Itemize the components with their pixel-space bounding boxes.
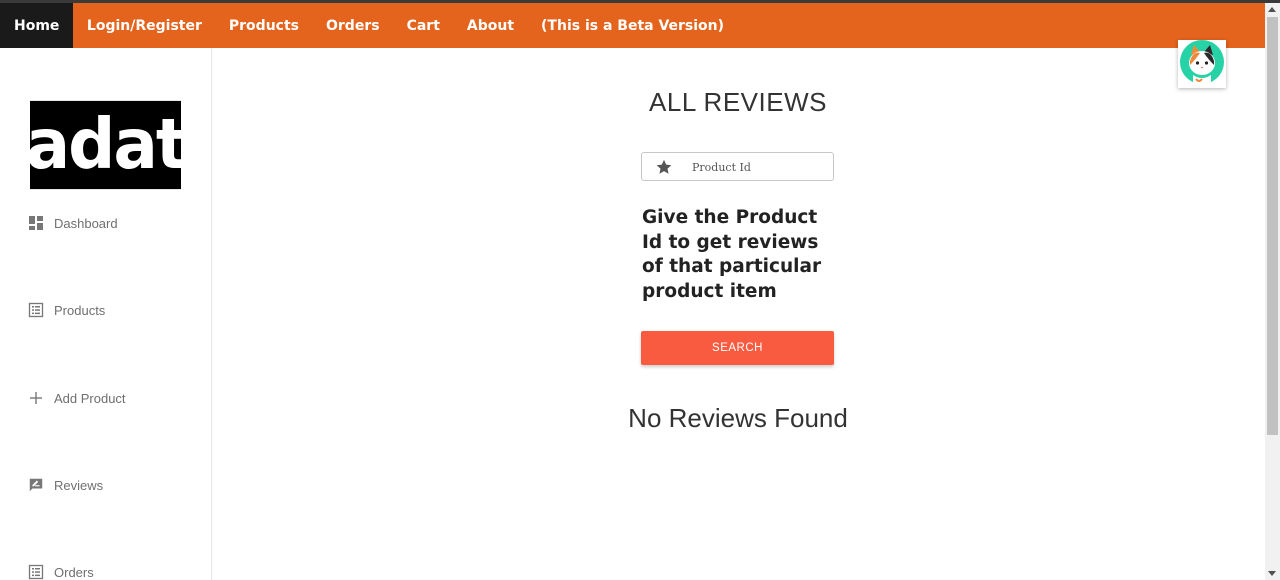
scroll-down-arrow-icon[interactable] (1268, 571, 1276, 576)
nav-home[interactable]: Home (0, 3, 74, 48)
sidebar-item-orders[interactable]: Orders (28, 564, 94, 580)
plus-icon (28, 390, 44, 406)
sidebar-item-label: Dashboard (54, 215, 118, 231)
sidebar-item-dashboard[interactable]: Dashboard (28, 215, 118, 231)
nav-products[interactable]: Products (215, 3, 312, 48)
nav-login-register[interactable]: Login/Register (73, 3, 215, 48)
brand-logo[interactable]: adat (26, 100, 187, 190)
sidebar-item-add-product[interactable]: Add Product (28, 390, 126, 406)
sidebar-item-label: Products (54, 302, 106, 318)
sidebar-item-products[interactable]: Products (28, 302, 105, 318)
cat-avatar-icon (1179, 39, 1225, 90)
page-title: ALL REVIEWS (649, 87, 827, 117)
sidebar-item-label: Add Product (54, 390, 126, 406)
sidebar: adat Dashboard Products Add Product Revi… (0, 48, 212, 580)
nav-orders[interactable]: Orders (313, 3, 394, 48)
user-avatar[interactable] (1178, 39, 1226, 90)
rate-review-icon (28, 477, 44, 493)
empty-state-message: No Reviews Found (628, 403, 848, 433)
sidebar-item-reviews[interactable]: Reviews (28, 477, 103, 493)
dashboard-icon (28, 215, 44, 231)
nav-beta-notice[interactable]: (This is a Beta Version) (528, 3, 738, 48)
nav-cart[interactable]: Cart (393, 3, 453, 48)
product-id-search-box (641, 152, 834, 181)
scrollbar-thumb[interactable] (1267, 17, 1278, 435)
scroll-up-arrow-icon[interactable] (1268, 7, 1276, 12)
sidebar-item-label: Reviews (54, 477, 104, 493)
product-id-input[interactable] (692, 157, 827, 177)
top-navbar: Home Login/Register Products Orders Cart… (0, 3, 1265, 48)
list-icon (28, 302, 44, 318)
vertical-scrollbar[interactable] (1265, 3, 1280, 580)
sidebar-item-label: Orders (54, 564, 94, 580)
search-button[interactable]: SEARCH (641, 331, 834, 365)
star-icon (655, 158, 673, 181)
nav-about[interactable]: About (453, 3, 527, 48)
search-hint-text: Give the Product Id to get reviews of th… (642, 207, 822, 302)
list-icon (28, 564, 44, 580)
